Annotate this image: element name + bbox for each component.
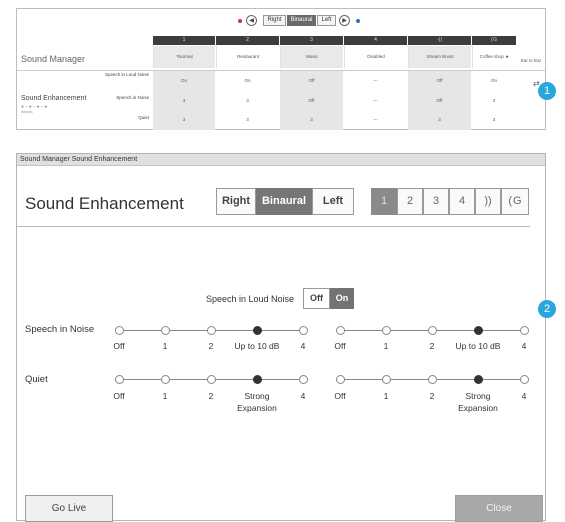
table-cell: 3 — [246, 117, 249, 122]
stream-program-icon[interactable]: )) — [475, 188, 501, 215]
slider-knob[interactable] — [520, 326, 529, 335]
quiet-left-slider[interactable] — [336, 374, 529, 386]
top-ear-left-button[interactable]: Left — [317, 15, 336, 26]
slider-knob[interactable] — [115, 326, 124, 335]
program-number: 3 — [280, 36, 343, 45]
program-name[interactable]: Stream Boost — [408, 46, 471, 68]
dialog-titlebar: Sound Manager Sound Enhancement — [17, 154, 545, 166]
speech-loud-noise-off-button[interactable]: Off — [303, 288, 330, 309]
program-2-button[interactable]: 2 — [397, 188, 423, 215]
table-cell: Off — [408, 71, 471, 91]
table-cell: 3 — [492, 117, 496, 122]
table-cell: 3 — [246, 98, 249, 103]
program-name[interactable]: Coffee shop ★ — [472, 46, 516, 68]
slider-knob[interactable] — [382, 375, 391, 384]
slider-knob[interactable] — [299, 375, 308, 384]
ear-selector-bar: ◀ Right Binaural Left ▶ — [17, 9, 545, 33]
right-speaker-icon[interactable]: ◀ — [246, 15, 257, 26]
table-cell: 3 — [408, 110, 471, 130]
sound-manager-title: Sound Manager — [21, 54, 86, 64]
slider-knob[interactable] — [336, 326, 345, 335]
table-cell: Off — [280, 91, 343, 111]
program-1-button[interactable]: 1 — [371, 188, 397, 215]
ear-right-button[interactable]: Right — [216, 188, 256, 215]
program-stream-icon: ‑)) — [408, 36, 471, 45]
slider-tick-label: 4 — [521, 391, 527, 401]
program-number: 1 — [153, 36, 215, 45]
table-cell: --- — [373, 78, 378, 83]
right-ear-indicator-icon — [238, 19, 242, 23]
slider-knob[interactable] — [207, 326, 216, 335]
program-name[interactable]: Disabled — [344, 46, 407, 68]
program-4-button[interactable]: 4 — [449, 188, 475, 215]
table-cell: On — [153, 71, 215, 91]
table-cell: 3 — [492, 98, 496, 103]
program-name[interactable]: *Normal — [153, 46, 215, 68]
dialog-heading: Sound Enhancement — [25, 194, 184, 213]
slider-knob[interactable] — [336, 375, 345, 384]
slider-knob[interactable] — [253, 326, 262, 335]
slider-knob[interactable] — [382, 326, 391, 335]
callout-badge-2: 2 — [538, 300, 556, 318]
slider-knob[interactable] — [299, 326, 308, 335]
table-cell: On — [244, 78, 251, 83]
speech-loud-noise-label: Speech in Loud Noise — [206, 294, 295, 304]
program-3-button[interactable]: 3 — [423, 188, 449, 215]
program-name[interactable]: Music — [280, 46, 343, 68]
slider-knob[interactable] — [253, 375, 262, 384]
speech-in-noise-label: Speech in Noise — [25, 324, 95, 335]
callout-badge-1: 1 — [538, 82, 556, 100]
sound-enhancement-dialog: Sound Manager Sound Enhancement Sound En… — [16, 153, 546, 522]
quiet-label: Quiet — [25, 374, 48, 385]
speech-in-noise-left-slider[interactable] — [336, 325, 529, 337]
ear-binaural-button[interactable]: Binaural — [256, 188, 312, 215]
speech-loud-noise-on-button[interactable]: On — [330, 288, 354, 309]
slider-tick-label: 4 — [521, 341, 527, 351]
table-cell: --- — [373, 98, 378, 103]
slider-knob[interactable] — [520, 375, 529, 384]
table-cell: 3 — [153, 91, 215, 111]
sound-enhancement-section-title: Sound Enhancement — [21, 95, 87, 102]
slider-knob[interactable] — [474, 326, 483, 335]
row-label-speech-in-noise: Speech in Noise — [116, 95, 149, 100]
table-cell: Off — [280, 71, 343, 91]
slider-knob[interactable] — [115, 375, 124, 384]
slider-knob[interactable] — [207, 375, 216, 384]
slider-knob[interactable] — [161, 375, 170, 384]
table-cell: 3 — [153, 110, 215, 130]
top-ear-right-button[interactable]: Right — [263, 15, 286, 26]
quiet-right-slider[interactable] — [115, 374, 308, 386]
slider-knob[interactable] — [474, 375, 483, 384]
table-cell: 3 — [280, 110, 343, 130]
row-label-quiet: Quiet — [138, 115, 149, 120]
slider-knob[interactable] — [428, 326, 437, 335]
slider-knob[interactable] — [161, 326, 170, 335]
go-live-button[interactable]: Go Live — [25, 495, 113, 522]
table-cell: On — [490, 78, 497, 83]
slider-knob[interactable] — [428, 375, 437, 384]
ear-left-button[interactable]: Left — [312, 188, 354, 215]
program-number: 4 — [344, 36, 407, 45]
row-label-speech-loud-noise: Speech in Loud Noise — [104, 72, 149, 77]
table-cell: --- — [373, 117, 378, 122]
left-speaker-icon[interactable]: ▶ — [339, 15, 350, 26]
program-name[interactable]: Restaurant — [216, 46, 279, 68]
left-ear-indicator-icon — [356, 19, 360, 23]
divider — [17, 226, 530, 227]
close-button[interactable]: Close — [455, 495, 543, 522]
speech-in-noise-right-slider[interactable] — [115, 325, 308, 337]
program-number: 2 — [216, 36, 279, 45]
sound-manager-summary-panel: ◀ Right Binaural Left ▶ Sound Manager 1 … — [16, 8, 546, 130]
program-ear-icon: ( G — [472, 36, 516, 45]
table-cell: Off — [408, 91, 471, 111]
top-ear-binaural-button[interactable]: Binaural — [287, 15, 316, 26]
ear-to-ear-header: Ear to Ear — [520, 58, 542, 63]
ear-to-ear-program-icon[interactable]: ( G — [501, 188, 529, 215]
details-link[interactable]: details — [21, 109, 33, 114]
